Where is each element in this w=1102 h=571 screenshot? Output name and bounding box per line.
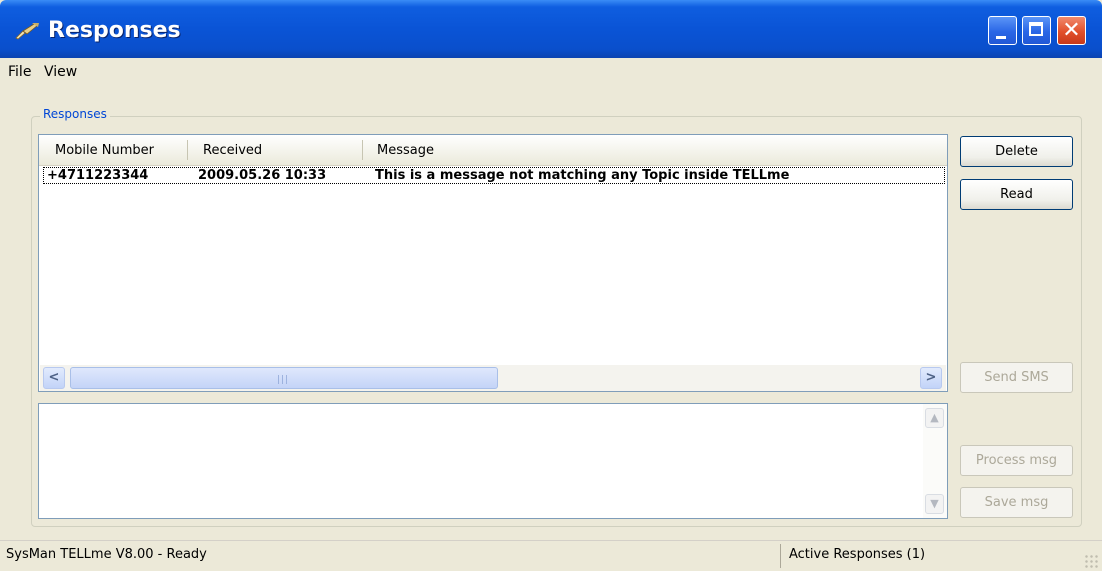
status-divider xyxy=(780,544,781,568)
column-divider[interactable] xyxy=(362,140,363,160)
process-msg-button[interactable]: Process msg xyxy=(960,445,1073,476)
delete-button[interactable]: Delete xyxy=(960,136,1073,167)
status-bar: SysMan TELLme V8.00 - Ready Active Respo… xyxy=(0,540,1102,571)
menu-view[interactable]: View xyxy=(44,64,77,80)
title-bar[interactable]: Responses ✕ xyxy=(0,0,1102,58)
menu-file[interactable]: File xyxy=(8,64,31,80)
message-textbox[interactable]: ▲ ▼ xyxy=(38,403,948,519)
minimize-button[interactable] xyxy=(988,16,1017,45)
column-divider[interactable] xyxy=(187,140,188,160)
active-responses-count: Active Responses (1) xyxy=(789,547,926,562)
column-received[interactable]: Received xyxy=(203,143,262,158)
thumb-grip: ||| xyxy=(277,375,290,385)
resize-grip-icon[interactable] xyxy=(1084,554,1098,568)
maximize-button[interactable] xyxy=(1022,16,1051,45)
scroll-up-button[interactable]: ▲ xyxy=(925,408,944,428)
scroll-left-icon: < xyxy=(48,370,60,385)
scroll-up-icon: ▲ xyxy=(930,411,939,424)
group-label: Responses xyxy=(40,107,110,121)
cell-mobile: +4711223344 xyxy=(47,168,149,183)
cell-received: 2009.05.26 10:33 xyxy=(198,168,327,183)
maximize-icon xyxy=(1029,22,1043,36)
window-title: Responses xyxy=(48,18,181,43)
save-msg-button[interactable]: Save msg xyxy=(960,487,1073,518)
scroll-down-icon: ▼ xyxy=(930,497,939,510)
close-icon: ✕ xyxy=(1062,18,1081,43)
column-mobile-number[interactable]: Mobile Number xyxy=(55,143,154,158)
scroll-thumb[interactable]: ||| xyxy=(70,367,498,389)
menu-bar: File View xyxy=(0,58,1102,86)
horizontal-scrollbar[interactable]: < ||| > xyxy=(40,365,946,391)
scroll-right-button[interactable]: > xyxy=(920,367,942,389)
scroll-down-button[interactable]: ▼ xyxy=(925,494,944,514)
send-sms-button[interactable]: Send SMS xyxy=(960,362,1073,393)
scroll-right-icon: > xyxy=(925,370,937,385)
minimize-icon xyxy=(996,36,1006,39)
app-icon xyxy=(15,23,39,40)
list-header: Mobile Number Received Message xyxy=(39,135,947,166)
responses-list[interactable]: Mobile Number Received Message +47112233… xyxy=(38,134,948,392)
vertical-scrollbar[interactable]: ▲ ▼ xyxy=(923,404,947,518)
status-text: SysMan TELLme V8.00 - Ready xyxy=(6,547,207,562)
read-button[interactable]: Read xyxy=(960,179,1073,210)
close-button[interactable]: ✕ xyxy=(1057,16,1086,45)
scroll-left-button[interactable]: < xyxy=(43,367,65,389)
column-message[interactable]: Message xyxy=(377,143,434,158)
cell-message: This is a message not matching any Topic… xyxy=(375,168,790,183)
